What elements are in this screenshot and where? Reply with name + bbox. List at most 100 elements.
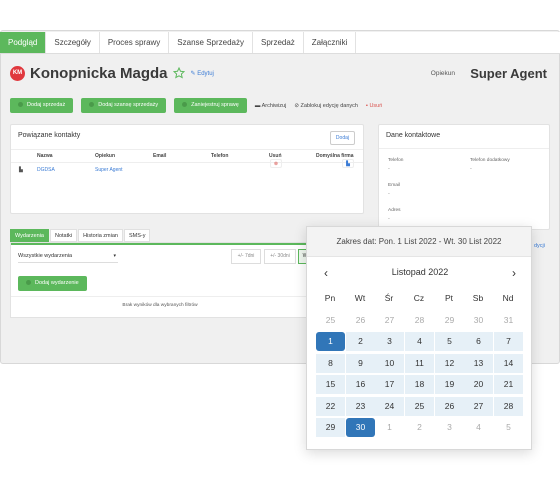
calendar-day[interactable]: 19 bbox=[435, 375, 464, 395]
calendar-day[interactable]: 13 bbox=[464, 353, 493, 373]
calendar-day[interactable]: 10 bbox=[375, 353, 404, 373]
events-filter-select[interactable]: Wszystkie wydarzenia ▾ bbox=[18, 250, 118, 263]
contacts-table: Nazwa Opiekun Email Telefon Usuń Domyśln… bbox=[11, 149, 363, 177]
lock-edit-button[interactable]: ⊘ Zablokuj edycję danych bbox=[294, 103, 358, 109]
archive-button[interactable]: ▬ Archiwizuj bbox=[255, 103, 287, 109]
calendar-day[interactable]: 3 bbox=[435, 418, 464, 437]
calendar-day[interactable]: 15 bbox=[316, 375, 345, 395]
page-title: Konopnicka Magda bbox=[30, 64, 168, 82]
add-sale-button[interactable]: Dodaj sprzedaż bbox=[10, 98, 74, 113]
table-row[interactable]: ▙ DGDSA Super Agent ⊗ ▙ bbox=[11, 159, 363, 177]
calendar-day[interactable]: 4 bbox=[405, 332, 434, 352]
weekday-header: Śr bbox=[384, 293, 394, 303]
calendar-day[interactable]: 28 bbox=[494, 396, 523, 416]
tab-podglad[interactable]: Podgląd bbox=[0, 32, 47, 53]
col-nazwa: Nazwa bbox=[37, 153, 53, 159]
tab-szanse-sprzedazy[interactable]: Szanse Sprzedaży bbox=[169, 32, 253, 53]
tab-historia-zmian[interactable]: Historia zmian bbox=[78, 229, 123, 242]
weekday-header: Sb bbox=[472, 293, 484, 303]
plus-icon bbox=[182, 102, 188, 108]
calendar-day[interactable]: 21 bbox=[494, 375, 523, 395]
tab-wydarzenia[interactable]: Wydarzenia bbox=[10, 229, 49, 242]
calendar-day[interactable]: 8 bbox=[316, 353, 345, 373]
range-7-button[interactable]: +/- 7dni bbox=[231, 249, 261, 264]
add-contact-button[interactable]: Dodaj bbox=[329, 131, 355, 145]
chevron-right-icon[interactable]: › bbox=[509, 267, 519, 279]
add-event-button[interactable]: Dodaj wydarzenie bbox=[18, 276, 87, 291]
star-icon[interactable] bbox=[172, 67, 185, 79]
tab-bar: Podgląd Szczegóły Proces sprawy Szanse S… bbox=[0, 32, 560, 54]
add-opportunity-button[interactable]: Dodaj szansę sprzedaży bbox=[81, 98, 167, 113]
calendar-day[interactable]: 9 bbox=[346, 353, 375, 373]
col-telefon: Telefon bbox=[211, 153, 229, 159]
col-opiekun: Opiekun bbox=[95, 153, 116, 159]
calendar-day[interactable]: 25 bbox=[405, 396, 434, 416]
calendar-day[interactable]: 29 bbox=[316, 418, 345, 437]
calendar-day[interactable]: 25 bbox=[316, 311, 345, 330]
panel-accent bbox=[11, 243, 309, 245]
range-30-button[interactable]: +/- 30dni bbox=[264, 249, 296, 264]
weekday-header: Wt bbox=[354, 293, 366, 303]
tab-sms[interactable]: SMS-y bbox=[123, 229, 151, 242]
calendar-day[interactable]: 2 bbox=[405, 418, 434, 437]
calendar-day[interactable]: 27 bbox=[464, 396, 493, 416]
divider bbox=[11, 296, 309, 297]
range-start-day[interactable]: 1 bbox=[316, 332, 345, 352]
contact-name-link[interactable]: DGDSA bbox=[37, 167, 55, 173]
calendar-day[interactable]: 4 bbox=[464, 418, 493, 437]
calendar-day[interactable]: 14 bbox=[494, 353, 523, 373]
plus-icon bbox=[26, 280, 31, 286]
calendar-day[interactable]: 30 bbox=[464, 311, 493, 330]
edit-link[interactable]: ✎ Edytuj bbox=[191, 70, 214, 77]
edit-contact-link[interactable]: dycji bbox=[534, 243, 545, 249]
avatar: KM bbox=[10, 65, 25, 81]
calendar-day[interactable]: 6 bbox=[464, 332, 493, 352]
telefon-label: Telefon bbox=[388, 158, 404, 163]
calendar-day[interactable]: 20 bbox=[464, 375, 493, 395]
events-subtabs: Wydarzenia Notatki Historia zmian SMS-y bbox=[10, 229, 151, 242]
default-company-icon[interactable]: ▙ bbox=[342, 159, 354, 168]
calendar-day[interactable]: 22 bbox=[316, 396, 345, 416]
calendar-day[interactable]: 7 bbox=[494, 332, 523, 352]
schedule-case-button[interactable]: Zaniejestruj sprawę bbox=[174, 98, 247, 113]
email-label: Email bbox=[388, 183, 400, 188]
plus-icon bbox=[18, 102, 23, 108]
weekday-header: Pt bbox=[444, 293, 454, 303]
related-contacts-card: Powiązane kontakty Dodaj Nazwa Opiekun E… bbox=[10, 124, 364, 214]
date-range-picker: Zakres dat: Pon. 1 List 2022 - Wt. 30 Li… bbox=[306, 226, 532, 450]
calendar-day[interactable]: 27 bbox=[375, 311, 404, 330]
calendar-day[interactable]: 26 bbox=[346, 311, 375, 330]
calendar-day[interactable]: 5 bbox=[435, 332, 464, 352]
tab-zalaczniki[interactable]: Załączniki bbox=[304, 32, 357, 53]
calendar-day[interactable]: 23 bbox=[346, 396, 375, 416]
calendar-day[interactable]: 28 bbox=[405, 311, 434, 330]
date-range-text: Zakres dat: Pon. 1 List 2022 - Wt. 30 Li… bbox=[307, 227, 531, 257]
calendar-day[interactable]: 24 bbox=[375, 396, 404, 416]
calendar-day[interactable]: 18 bbox=[405, 375, 434, 395]
calendar-day[interactable]: 12 bbox=[435, 353, 464, 373]
calendar-day[interactable]: 26 bbox=[435, 396, 464, 416]
contact-opiekun-link[interactable]: Super Agent bbox=[95, 167, 123, 173]
calendar-day[interactable]: 3 bbox=[375, 332, 404, 352]
building-icon: ▙ bbox=[19, 167, 23, 173]
calendar-day[interactable]: 29 bbox=[435, 311, 464, 330]
caret-down-icon: ▾ bbox=[113, 253, 116, 259]
col-email: Email bbox=[153, 153, 167, 159]
calendar-day[interactable]: 11 bbox=[405, 353, 434, 373]
delete-button[interactable]: ▪ Usuń bbox=[366, 103, 382, 109]
calendar-day[interactable]: 5 bbox=[494, 418, 523, 437]
delete-contact-icon[interactable]: ⊗ bbox=[270, 159, 282, 168]
calendar-day[interactable]: 1 bbox=[375, 418, 404, 437]
tab-proces-sprawy[interactable]: Proces sprawy bbox=[100, 32, 170, 53]
plus-icon bbox=[89, 102, 95, 108]
calendar-day[interactable]: 31 bbox=[494, 311, 523, 330]
month-label: Listopad 2022 bbox=[391, 267, 449, 277]
calendar-day[interactable]: 2 bbox=[346, 332, 375, 352]
tab-notatki[interactable]: Notatki bbox=[50, 229, 78, 242]
calendar-day[interactable]: 16 bbox=[346, 375, 375, 395]
range-end-day[interactable]: 30 bbox=[346, 418, 375, 437]
events-panel: Wszystkie wydarzenia ▾ +/- 7dni +/- 30dn… bbox=[10, 242, 312, 318]
tab-szczegoly[interactable]: Szczegóły bbox=[46, 32, 100, 53]
tab-sprzedaz[interactable]: Sprzedaż bbox=[253, 32, 304, 53]
calendar-day[interactable]: 17 bbox=[375, 375, 404, 395]
